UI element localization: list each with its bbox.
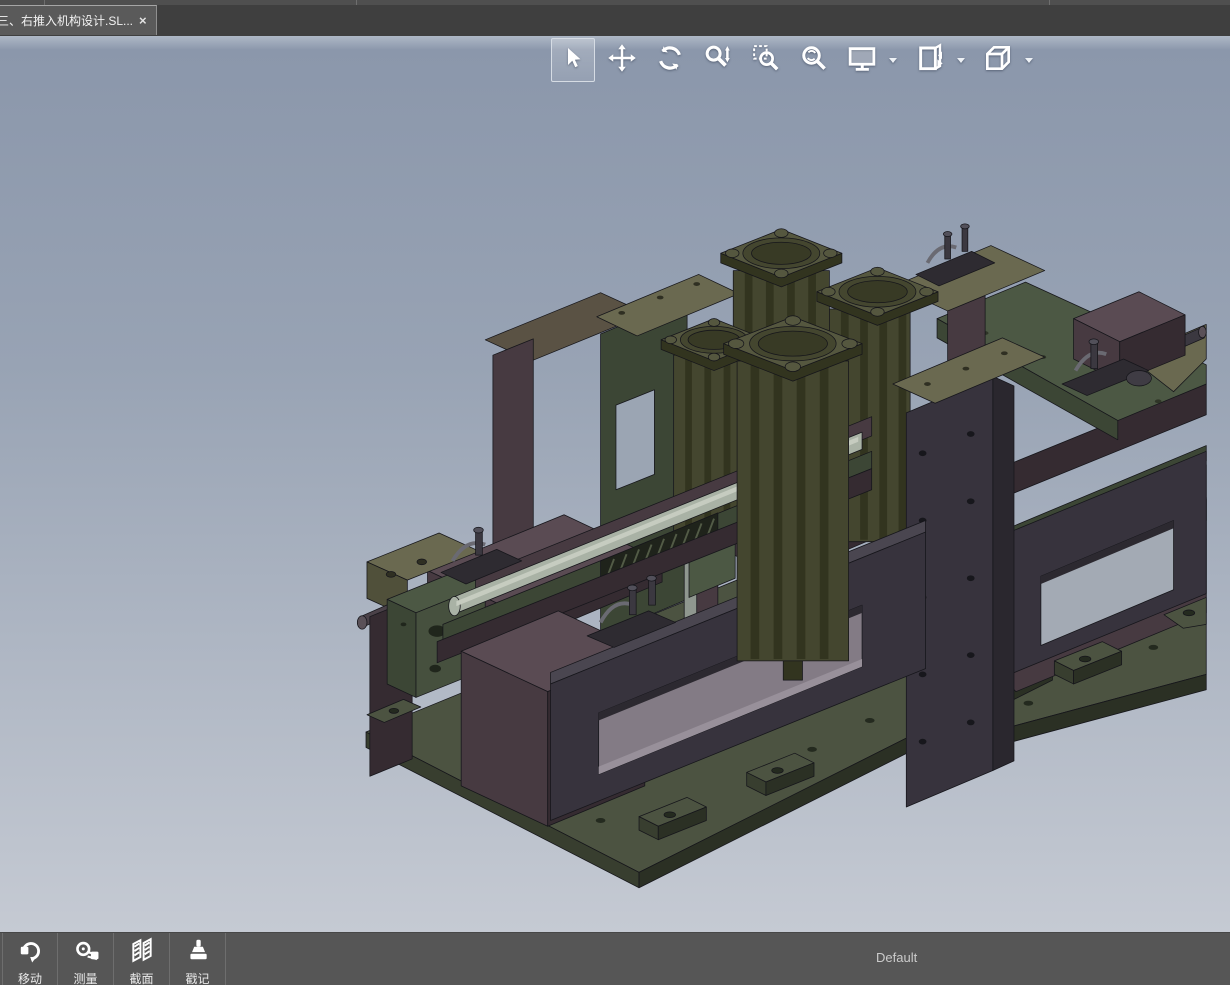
document-tab-title: 三、右推入机构设计.SL...	[0, 14, 134, 28]
viewport-3d[interactable]	[0, 36, 1230, 932]
monitor-icon	[846, 43, 878, 78]
measure-button[interactable]: 测量	[58, 933, 114, 985]
zoom-fit-tool-button[interactable]	[797, 38, 831, 82]
section-button-label: 截面	[129, 972, 154, 985]
zoom-area-tool-button[interactable]	[749, 38, 783, 82]
move-button-label: 移动	[17, 972, 42, 985]
stamp-button[interactable]: 戳记	[170, 933, 226, 985]
select-tool-button[interactable]	[551, 38, 595, 82]
zoom-area-icon	[751, 43, 781, 78]
full-screen-tool-button[interactable]	[845, 38, 879, 82]
section-icon	[128, 937, 156, 968]
command-bar: 移动 测量 截面 戳记	[0, 932, 1230, 985]
measure-icon	[72, 937, 100, 968]
move-button[interactable]: 移动	[2, 933, 58, 985]
standard-views-tool-button[interactable]	[981, 38, 1015, 82]
zoom-fit-icon	[799, 43, 829, 78]
3d-model[interactable]	[0, 36, 1230, 932]
view-modes-tool-button[interactable]	[913, 38, 947, 82]
full-screen-dropdown-caret[interactable]	[889, 57, 897, 63]
configuration-label: Default	[876, 950, 918, 965]
zoom-updown-icon	[703, 43, 733, 78]
stamp-button-label: 戳记	[185, 972, 210, 985]
section-button[interactable]: 截面	[114, 933, 170, 985]
rotate-tool-button[interactable]	[653, 38, 687, 82]
standard-views-dropdown-caret[interactable]	[1025, 57, 1033, 63]
measure-button-label: 测量	[73, 972, 98, 985]
edrawings-window: 三、右推入机构设计.SL... × 移动 测量 截面 戳记 Default	[0, 0, 1230, 985]
view-modes-dropdown-caret[interactable]	[957, 57, 965, 63]
pan-arrows-icon	[607, 43, 637, 78]
cursor-arrow-icon	[561, 46, 585, 75]
cube-icon	[982, 42, 1014, 79]
zoom-tool-button[interactable]	[701, 38, 735, 82]
document-tab[interactable]: 三、右推入机构设计.SL... ×	[0, 5, 157, 35]
sheet-arrows-icon	[914, 42, 946, 79]
move-icon	[16, 937, 44, 968]
view-toolbar	[551, 37, 1049, 83]
tab-bar: 三、右推入机构设计.SL... ×	[0, 5, 1230, 36]
tab-close-icon[interactable]: ×	[139, 14, 147, 27]
rotate-arrows-icon	[655, 43, 685, 78]
stamp-icon	[184, 937, 212, 968]
pan-tool-button[interactable]	[605, 38, 639, 82]
